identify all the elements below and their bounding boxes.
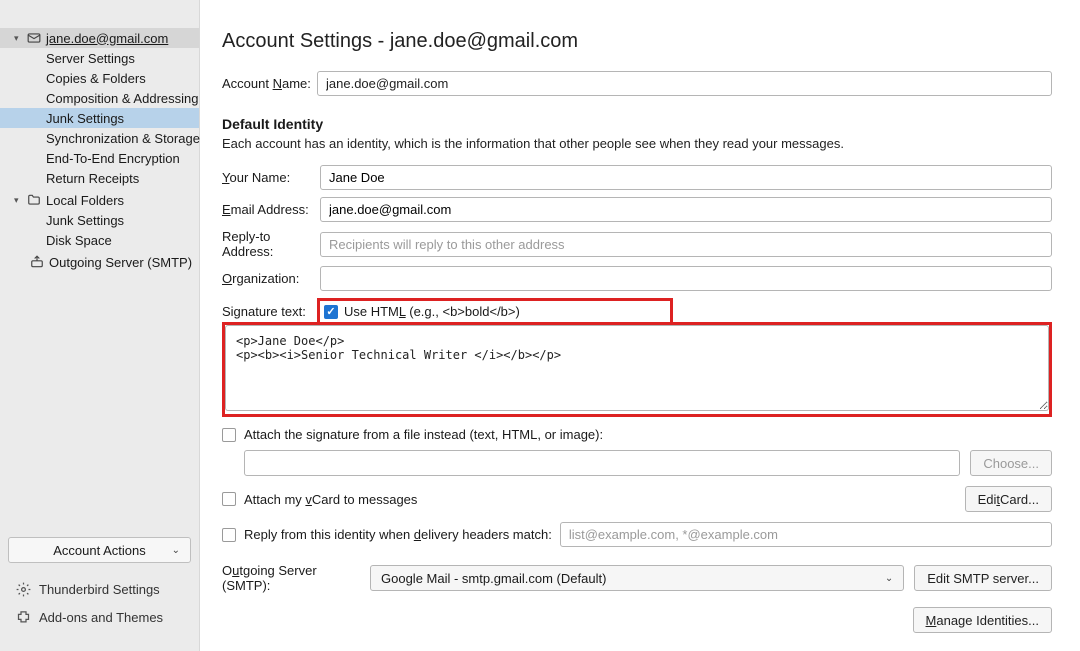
signature-file-path-input[interactable] — [244, 450, 960, 476]
smtp-select[interactable]: Google Mail - smtp.gmail.com (Default) ⌄ — [370, 565, 904, 591]
sidebar: ▾ jane.doe@gmail.com Server Settings Cop… — [0, 0, 200, 651]
chevron-down-icon: ⌄ — [172, 545, 180, 556]
sidebar-footer: Thunderbird Settings Add-ons and Themes — [0, 571, 199, 651]
puzzle-icon — [16, 610, 31, 625]
signature-textarea[interactable] — [225, 325, 1049, 411]
sidebar-item-return-receipts[interactable]: Return Receipts — [0, 168, 199, 188]
folder-icon — [27, 193, 41, 207]
reply-to-label: Reply-to Address: — [222, 229, 320, 259]
attach-vcard-label: Attach my vCard to messages — [244, 492, 417, 507]
smtp-label: Outgoing Server (SMTP): — [222, 563, 360, 593]
chevron-down-icon: ▾ — [14, 33, 24, 44]
account-actions-menu[interactable]: Account Actions ⌄ — [8, 537, 191, 563]
sidebar-item-server-settings[interactable]: Server Settings — [0, 48, 199, 68]
account-name-label: Account Name: — [222, 76, 317, 91]
reply-match-checkbox[interactable] — [222, 528, 236, 542]
addons-themes-link[interactable]: Add-ons and Themes — [8, 603, 191, 631]
sidebar-item-sync-storage[interactable]: Synchronization & Storage — [0, 128, 199, 148]
highlight-signature-textarea — [222, 322, 1052, 417]
gear-icon — [16, 582, 31, 597]
manage-identities-button[interactable]: Manage Identities... — [913, 607, 1052, 633]
account-label: Local Folders — [46, 193, 124, 208]
use-html-label: Use HTML (e.g., <b>bold</b>) — [344, 304, 520, 319]
your-name-input[interactable] — [320, 165, 1052, 190]
choose-file-button[interactable]: Choose... — [970, 450, 1052, 476]
account-jane-doe[interactable]: ▾ jane.doe@gmail.com — [0, 28, 199, 48]
account-name-input[interactable] — [317, 71, 1052, 96]
outbox-icon — [30, 255, 44, 269]
email-input[interactable] — [320, 197, 1052, 222]
sidebar-item-disk-space[interactable]: Disk Space — [0, 230, 199, 250]
attach-file-checkbox[interactable] — [222, 428, 236, 442]
reply-match-input[interactable] — [560, 522, 1052, 547]
your-name-label: Your Name: — [222, 170, 320, 185]
edit-smtp-button[interactable]: Edit SMTP server... — [914, 565, 1052, 591]
sidebar-item-outgoing-smtp[interactable]: Outgoing Server (SMTP) — [0, 252, 199, 272]
attach-file-label: Attach the signature from a file instead… — [244, 427, 603, 442]
chevron-down-icon: ▾ — [14, 195, 24, 206]
use-html-checkbox[interactable]: ✓ — [324, 305, 338, 319]
attach-vcard-checkbox[interactable] — [222, 492, 236, 506]
organization-input[interactable] — [320, 266, 1052, 291]
reply-match-label: Reply from this identity when delivery h… — [244, 527, 552, 542]
organization-label: Organization: — [222, 271, 320, 286]
sidebar-item-local-junk[interactable]: Junk Settings — [0, 210, 199, 230]
page-title: Account Settings - jane.doe@gmail.com — [222, 30, 1052, 53]
thunderbird-settings-link[interactable]: Thunderbird Settings — [8, 575, 191, 603]
reply-to-input[interactable] — [320, 232, 1052, 257]
signature-text-label: Signature text: — [222, 304, 320, 319]
highlight-use-html: ✓ Use HTML (e.g., <b>bold</b>) — [317, 298, 673, 325]
email-label: Email Address: — [222, 202, 320, 217]
mail-icon — [27, 31, 41, 45]
account-tree: ▾ jane.doe@gmail.com Server Settings Cop… — [0, 0, 199, 537]
account-label: jane.doe@gmail.com — [46, 31, 168, 46]
default-identity-desc: Each account has an identity, which is t… — [222, 136, 1052, 151]
default-identity-head: Default Identity — [222, 116, 1052, 132]
sidebar-item-junk-settings[interactable]: Junk Settings — [0, 108, 199, 128]
sidebar-item-copies-folders[interactable]: Copies & Folders — [0, 68, 199, 88]
main-panel: Account Settings - jane.doe@gmail.com Ac… — [200, 0, 1080, 651]
edit-card-button[interactable]: Edit Card... — [965, 486, 1052, 512]
account-local-folders[interactable]: ▾ Local Folders — [0, 190, 199, 210]
sidebar-item-e2e-encryption[interactable]: End-To-End Encryption — [0, 148, 199, 168]
sidebar-item-composition[interactable]: Composition & Addressing — [0, 88, 199, 108]
chevron-down-icon: ⌄ — [885, 573, 893, 584]
